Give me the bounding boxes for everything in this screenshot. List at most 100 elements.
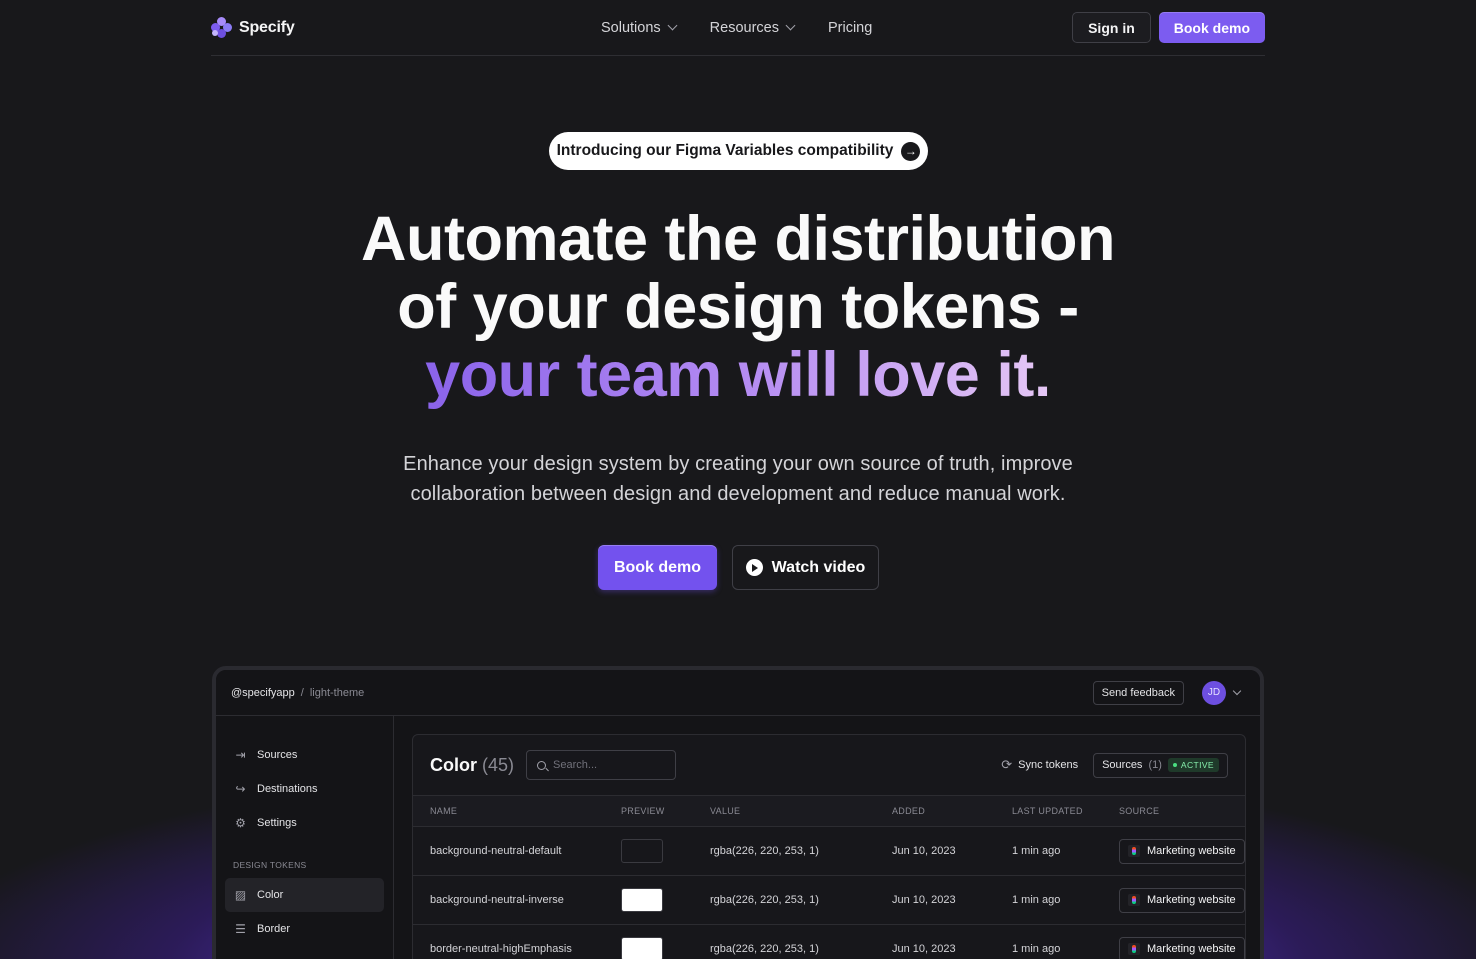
specify-logo-icon [211, 16, 233, 39]
token-preview-cell [621, 937, 710, 959]
breadcrumb: @specifyapp / light-theme [231, 687, 364, 699]
token-updated: 1 min ago [1012, 845, 1061, 857]
token-added: Jun 10, 2023 [892, 894, 956, 906]
arrow-right-icon: → [901, 141, 921, 161]
source-chip[interactable]: Marketing website [1119, 936, 1245, 959]
nav-resources[interactable]: Resources [710, 20, 796, 36]
tokens-panel: Color (45) Search... ⟳ Sync tokens Sourc… [412, 734, 1246, 959]
column-header-last-updated[interactable]: LAST UPDATED [1012, 806, 1119, 816]
sidebar-item-color[interactable]: ▨ Color [225, 878, 384, 912]
table-row[interactable]: border-neutral-highEmphasis rgba(226, 22… [413, 925, 1245, 959]
source-name: Marketing website [1147, 894, 1236, 906]
token-source-cell: Marketing website [1119, 887, 1245, 913]
status-dot-icon [1172, 763, 1177, 767]
sources-count: (1) [1148, 759, 1162, 771]
panel-actions: ⟳ Sync tokens Sources (1) ACTIVE [1001, 752, 1228, 778]
border-lines-icon: ☰ [235, 922, 246, 936]
panel-title-text: Color [430, 754, 477, 775]
token-source-cell: Marketing website [1119, 936, 1245, 959]
status-badge-label: ACTIVE [1180, 760, 1214, 770]
token-added: Jun 10, 2023 [892, 845, 956, 857]
column-header-name[interactable]: NAME [430, 806, 621, 816]
sign-in-button[interactable]: Sign in [1072, 12, 1151, 43]
play-icon [745, 559, 763, 576]
breadcrumb-repo[interactable]: light-theme [310, 687, 364, 699]
sidebar-item-settings[interactable]: ⚙ Settings [225, 806, 384, 840]
sidebar-item-label: Color [257, 889, 284, 901]
color-swatch [621, 888, 663, 912]
column-header-value[interactable]: VALUE [710, 806, 892, 816]
app-topbar: @specifyapp / light-theme Send feedback … [216, 670, 1260, 716]
sign-out-arrow-icon: ↪ [235, 782, 246, 796]
sources-status-button[interactable]: Sources (1) ACTIVE [1093, 752, 1228, 778]
book-demo-button[interactable]: Book demo [598, 545, 717, 590]
column-header-preview[interactable]: PREVIEW [621, 806, 710, 816]
hero-cta-group: Book demo Watch video [598, 545, 879, 590]
app-preview-frame: @specifyapp / light-theme Send feedback … [212, 666, 1264, 959]
sidebar-item-label: Settings [257, 817, 297, 829]
source-name: Marketing website [1147, 845, 1236, 857]
announcement-pill[interactable]: Introducing our Figma Variables compatib… [549, 132, 928, 170]
search-input[interactable]: Search... [526, 750, 677, 780]
sign-in-arrow-icon: ⇥ [235, 748, 246, 762]
source-chip[interactable]: Marketing website [1119, 838, 1245, 864]
subtitle-line-1: Enhance your design system by creating y… [403, 453, 1073, 475]
sync-tokens-button[interactable]: ⟳ Sync tokens [1001, 757, 1078, 773]
brand-name: Specify [239, 18, 295, 36]
book-demo-nav-button[interactable]: Book demo [1158, 12, 1265, 43]
color-swatch [621, 839, 663, 863]
nav-pricing-label: Pricing [827, 19, 873, 36]
hero-headline: Automate the distribution of your design… [0, 205, 1476, 409]
status-badge: ACTIVE [1167, 758, 1219, 772]
announcement-text: Introducing our Figma Variables compatib… [556, 142, 894, 159]
panel-title-group: Color (45) Search... [430, 750, 677, 780]
panel-title: Color (45) [430, 755, 514, 776]
table-row[interactable]: background-neutral-inverse rgba(226, 220… [413, 876, 1245, 925]
nav-solutions-label: Solutions [601, 19, 661, 36]
brand-logo[interactable]: Specify [211, 16, 295, 39]
watch-video-label: Watch video [771, 558, 866, 576]
subtitle-line-2: collaboration between design and develop… [410, 483, 1066, 505]
gear-icon: ⚙ [235, 816, 246, 830]
source-chip[interactable]: Marketing website [1119, 887, 1245, 913]
sidebar-item-sources[interactable]: ⇥ Sources [225, 738, 384, 772]
app-sidebar: ⇥ Sources ↪ Destinations ⚙ Settings DESI… [216, 716, 394, 959]
palette-icon: ▨ [234, 888, 247, 902]
token-value: rgba(226, 220, 253, 1) [710, 943, 819, 955]
table-row[interactable]: background-neutral-default rgba(226, 220… [413, 827, 1245, 876]
search-icon [537, 760, 547, 770]
figma-icon [1128, 845, 1140, 857]
watch-video-button[interactable]: Watch video [732, 545, 879, 590]
app-topbar-actions: Send feedback JD [1092, 680, 1242, 705]
avatar[interactable]: JD [1202, 680, 1226, 705]
nav-solutions[interactable]: Solutions [601, 19, 678, 36]
sidebar-section-title: DESIGN TOKENS [233, 860, 307, 870]
token-source-cell: Marketing website [1119, 838, 1245, 864]
sidebar-item-border[interactable]: ☰ Border [225, 912, 384, 946]
token-name: border-neutral-highEmphasis [430, 943, 572, 955]
sources-label: Sources [1102, 759, 1143, 771]
token-updated: 1 min ago [1012, 943, 1061, 955]
column-header-added[interactable]: ADDED [892, 806, 1012, 816]
source-name: Marketing website [1147, 943, 1236, 955]
headline-line-2: of your design tokens - [397, 272, 1079, 342]
send-feedback-button[interactable]: Send feedback [1092, 680, 1184, 705]
panel-title-count: (45) [482, 754, 515, 775]
token-added: Jun 10, 2023 [892, 943, 956, 955]
chevron-down-icon[interactable] [1232, 686, 1242, 696]
breadcrumb-separator: / [300, 686, 304, 699]
token-value: rgba(226, 220, 253, 1) [710, 894, 819, 906]
figma-icon [1128, 943, 1140, 955]
token-name: background-neutral-inverse [430, 894, 564, 906]
nav-actions: Sign in Book demo [1072, 12, 1265, 43]
token-preview-cell [621, 888, 710, 912]
breadcrumb-org[interactable]: @specifyapp [231, 687, 295, 699]
sidebar-item-label: Border [257, 923, 291, 935]
token-preview-cell [621, 839, 710, 863]
table-body: background-neutral-default rgba(226, 220… [413, 827, 1245, 959]
column-header-source[interactable]: SOURCE [1119, 806, 1245, 816]
top-nav: Specify Solutions Resources Pricing Sign… [211, 0, 1265, 56]
nav-pricing[interactable]: Pricing [828, 20, 872, 36]
panel-header: Color (45) Search... ⟳ Sync tokens Sourc… [413, 735, 1245, 795]
sidebar-item-destinations[interactable]: ↪ Destinations [225, 772, 384, 806]
